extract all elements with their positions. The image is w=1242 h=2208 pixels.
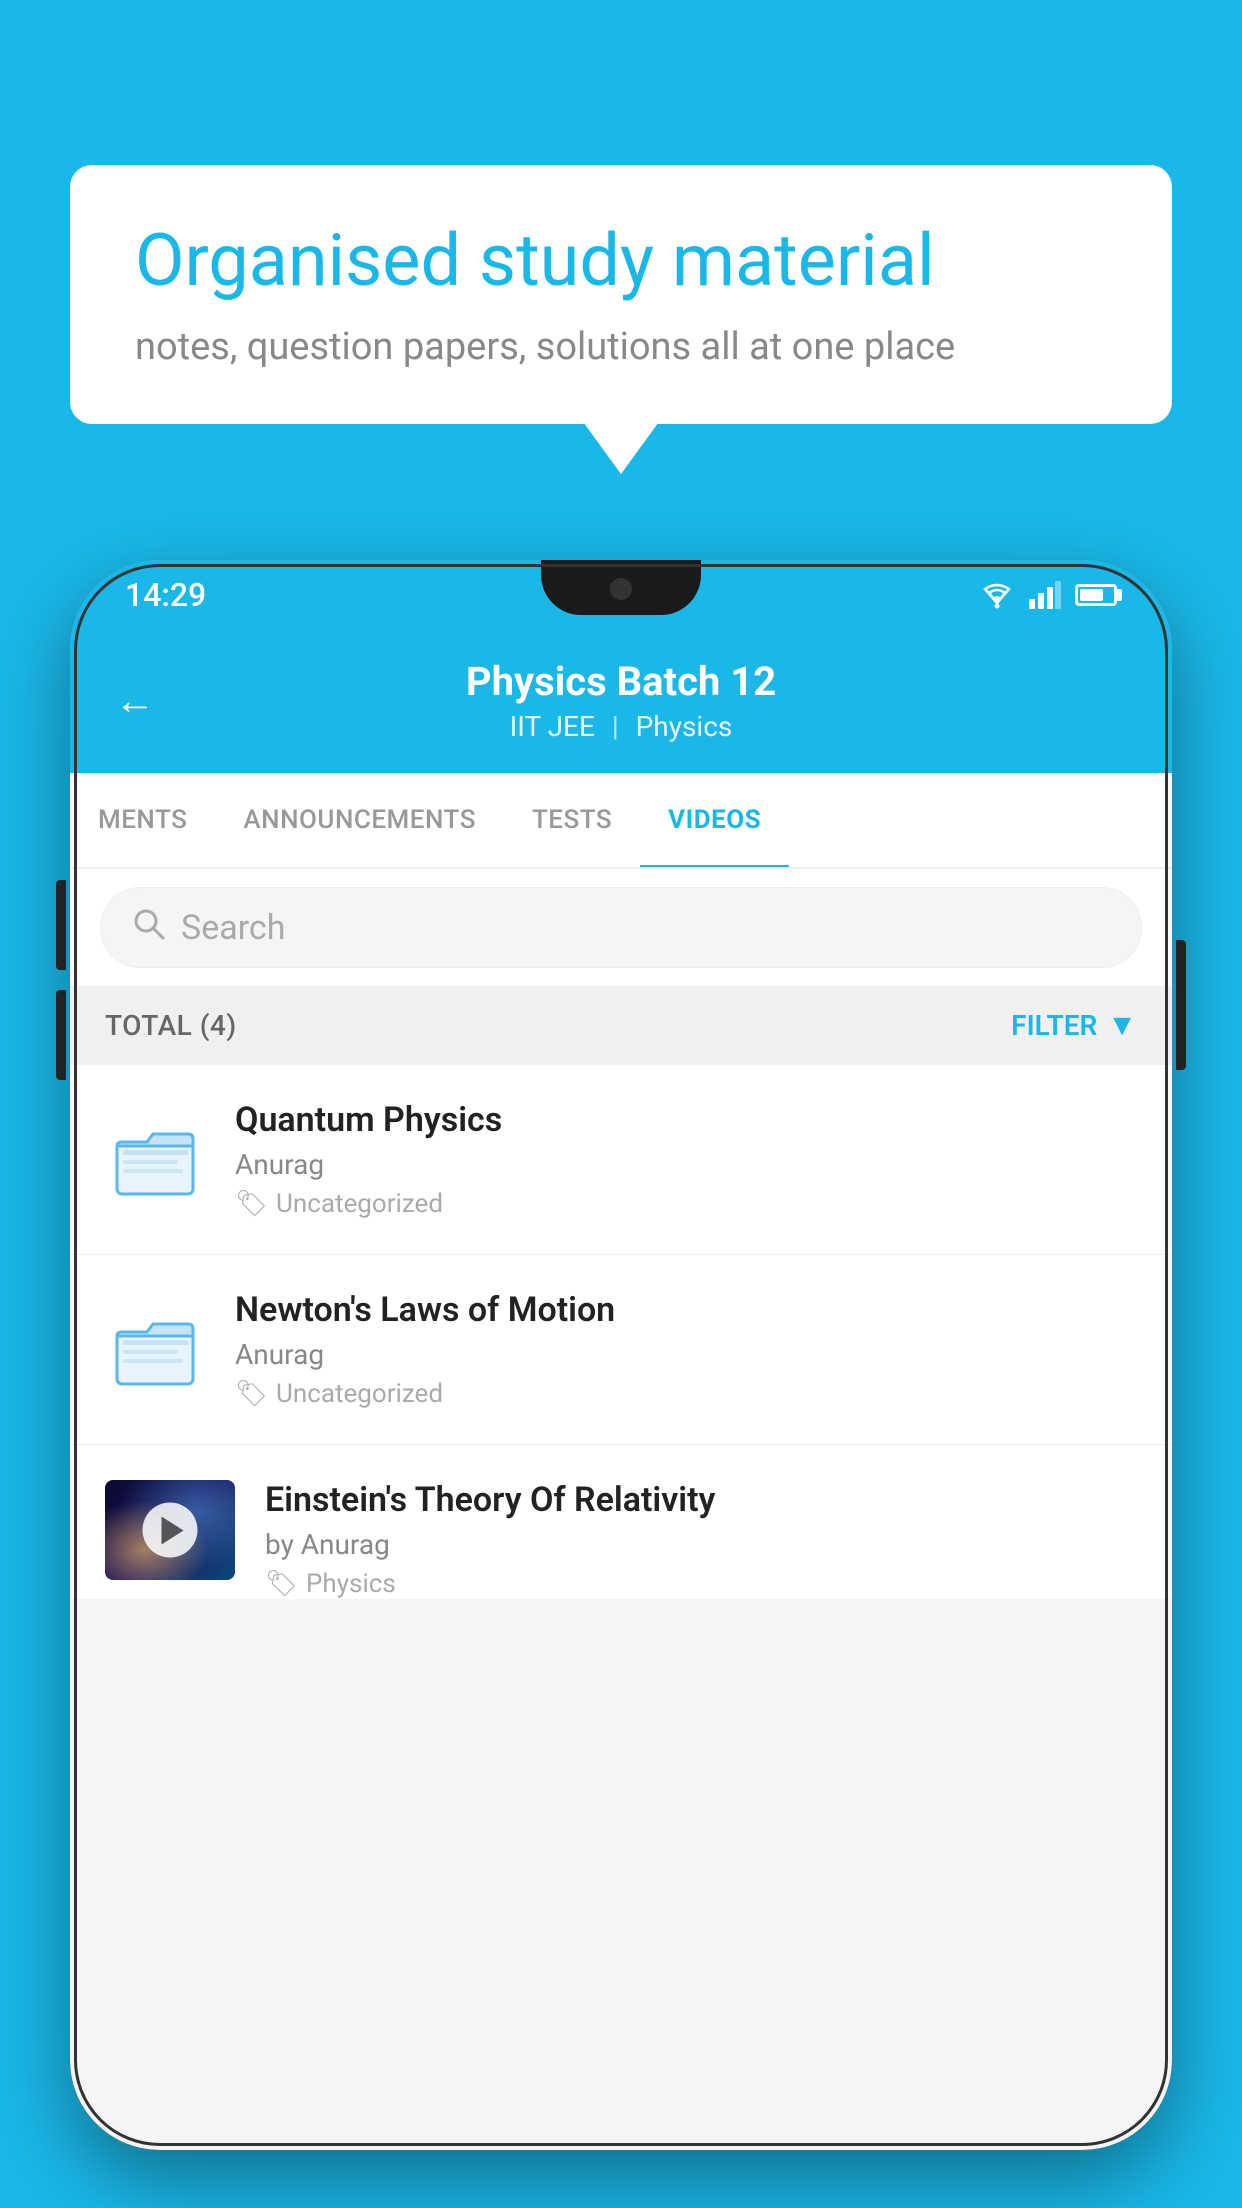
tabs-bar: MENTS ANNOUNCEMENTS TESTS VIDEOS xyxy=(70,773,1172,869)
list-item[interactable]: Quantum Physics Anurag 🏷 Uncategorized xyxy=(70,1065,1172,1255)
filter-icon: ▼ xyxy=(1107,1008,1137,1043)
phone-frame: 14:29 xyxy=(70,560,1172,2150)
tag-physics: Physics xyxy=(636,710,733,743)
bubble-subtitle: notes, question papers, solutions all at… xyxy=(135,325,1107,369)
tag-icon: 🏷 xyxy=(235,1379,268,1409)
search-bar[interactable]: Search xyxy=(100,887,1142,968)
filter-bar: TOTAL (4) FILTER ▼ xyxy=(70,986,1172,1065)
video-tag: 🏷 Physics xyxy=(265,1569,1137,1599)
folder-icon xyxy=(105,1115,205,1205)
header-tags: IIT JEE | Physics xyxy=(466,710,776,743)
status-icons xyxy=(979,581,1117,609)
search-container: Search xyxy=(70,869,1172,986)
video-author: by Anurag xyxy=(265,1528,1137,1561)
header-title: Physics Batch 12 xyxy=(466,658,776,705)
status-time: 14:29 xyxy=(125,576,206,614)
video-info: Einstein's Theory Of Relativity by Anura… xyxy=(265,1480,1137,1599)
video-list: Quantum Physics Anurag 🏷 Uncategorized xyxy=(70,1065,1172,1599)
app-header: ← Physics Batch 12 IIT JEE | Physics xyxy=(70,630,1172,773)
phone-wrapper: 14:29 xyxy=(70,560,1172,2208)
battery-icon xyxy=(1075,584,1117,606)
power-button xyxy=(1176,940,1186,1070)
bubble-title: Organised study material xyxy=(135,220,1107,303)
phone-screen: 14:29 xyxy=(70,560,1172,2150)
video-title: Quantum Physics xyxy=(235,1100,1137,1140)
play-icon xyxy=(162,1516,184,1544)
video-author: Anurag xyxy=(235,1148,1137,1181)
folder-icon xyxy=(105,1305,205,1395)
wifi-icon xyxy=(979,581,1015,609)
search-icon xyxy=(131,906,165,949)
play-button[interactable] xyxy=(143,1503,198,1558)
video-info: Quantum Physics Anurag 🏷 Uncategorized xyxy=(235,1100,1137,1219)
video-tag: 🏷 Uncategorized xyxy=(235,1379,1137,1409)
filter-button[interactable]: FILTER ▼ xyxy=(1011,1008,1137,1043)
search-placeholder: Search xyxy=(181,908,285,948)
list-item[interactable]: Newton's Laws of Motion Anurag 🏷 Uncateg… xyxy=(70,1255,1172,1445)
volume-up-button xyxy=(56,880,66,970)
video-tag: 🏷 Uncategorized xyxy=(235,1189,1137,1219)
tag-icon: 🏷 xyxy=(265,1569,298,1599)
tab-videos[interactable]: VIDEOS xyxy=(640,773,789,867)
tab-tests[interactable]: TESTS xyxy=(504,773,640,867)
video-thumbnail xyxy=(105,1480,235,1580)
list-item[interactable]: Einstein's Theory Of Relativity by Anura… xyxy=(70,1445,1172,1599)
header-center: Physics Batch 12 IIT JEE | Physics xyxy=(466,658,776,743)
video-info: Newton's Laws of Motion Anurag 🏷 Uncateg… xyxy=(235,1290,1137,1409)
filter-label: FILTER xyxy=(1011,1009,1097,1042)
back-button[interactable]: ← xyxy=(115,677,155,724)
speech-bubble: Organised study material notes, question… xyxy=(70,165,1172,424)
tab-ments[interactable]: MENTS xyxy=(70,773,215,867)
camera xyxy=(610,578,632,600)
video-title: Einstein's Theory Of Relativity xyxy=(265,1480,1137,1520)
tab-announcements[interactable]: ANNOUNCEMENTS xyxy=(215,773,504,867)
volume-down-button xyxy=(56,990,66,1080)
notch xyxy=(541,560,701,615)
signal-icon xyxy=(1029,581,1061,609)
status-bar: 14:29 xyxy=(70,560,1172,630)
total-count: TOTAL (4) xyxy=(105,1009,237,1042)
video-author: Anurag xyxy=(235,1338,1137,1371)
tag-icon: 🏷 xyxy=(235,1189,268,1219)
tag-iit-jee: IIT JEE xyxy=(510,710,595,743)
video-title: Newton's Laws of Motion xyxy=(235,1290,1137,1330)
